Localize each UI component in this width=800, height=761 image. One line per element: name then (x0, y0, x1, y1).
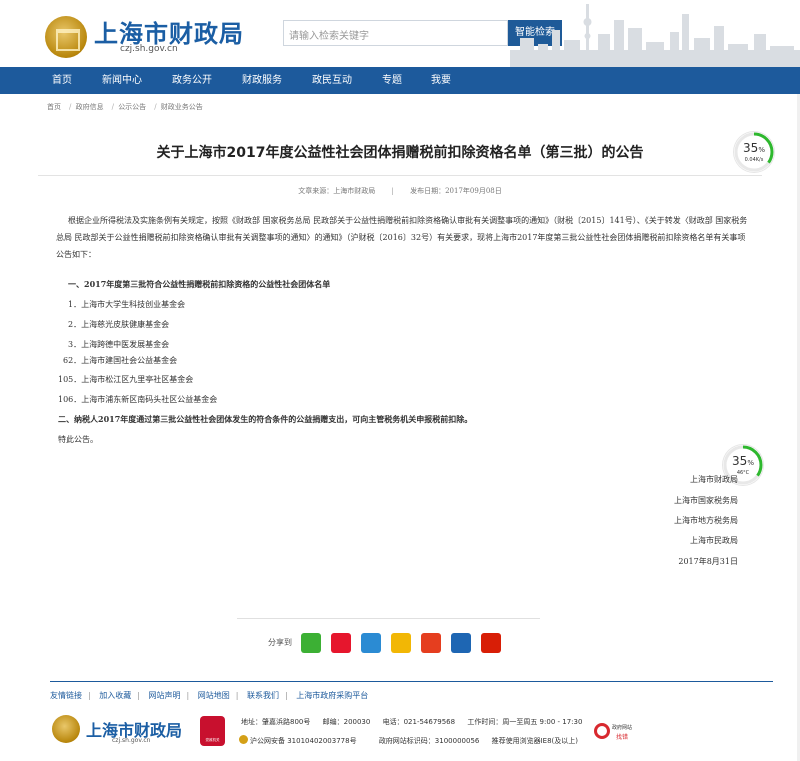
gauge-percent: 35 (743, 141, 759, 155)
article-intro: 根据企业所得税法及实施条例有关规定，按照《财政部 国家税务总局 民政部关于公益性… (56, 216, 748, 259)
share-divider (237, 618, 540, 619)
list-item: 106．上海市浦东新区南码头社区公益基金会 (58, 395, 218, 404)
gauge-unit: % (758, 146, 765, 154)
breadcrumb: 首页 / 政府信息 / 公示公告 / 财政业务公告 (47, 103, 203, 111)
list-item: 2．上海慈光皮肤健康基金会 (68, 320, 170, 329)
nav-item-home[interactable]: 首页 (52, 67, 72, 94)
footer-link-statement[interactable]: 网站声明 (149, 691, 181, 700)
party-gov-badge-icon[interactable]: 党政机关 (200, 716, 225, 746)
renren-icon[interactable] (451, 633, 471, 653)
qzone-icon[interactable] (361, 633, 381, 653)
footer-contact-line: 地址：肇嘉浜路800号 邮编：200030 电话：021-54679568 工作… (241, 717, 582, 727)
footer-postcode: 邮编：200030 (322, 718, 371, 726)
footer-browser-note: 推荐使用浏览器IE8(及以上) (491, 737, 578, 745)
closing-text: 特此公告。 (58, 435, 98, 444)
gauge-subtext: 0.04K/s (744, 157, 764, 163)
footer-site-domain: czj.sh.gov.cn (112, 737, 151, 744)
footer-phone: 电话：021-54679568 (382, 718, 456, 726)
section-heading-1: 一、2017年度第三批符合公益性捐赠税前扣除资格的公益性社会团体名单 (68, 279, 331, 289)
nav-item-topics[interactable]: 专题 (382, 67, 402, 94)
site-emblem-icon[interactable] (45, 16, 87, 58)
gauge-unit: % (747, 459, 754, 467)
nav-item-news[interactable]: 新闻中心 (102, 67, 142, 94)
article-title: 关于上海市2017年度公益性社会团体捐赠税前扣除资格名单（第三批）的公告 (156, 145, 644, 161)
wechat-icon[interactable] (301, 633, 321, 653)
breadcrumb-item[interactable]: 财政业务公告 (161, 103, 203, 111)
footer-icp[interactable]: 沪公网安备 31010402003778号 (250, 737, 357, 745)
favorite-icon[interactable] (391, 633, 411, 653)
badge-text: 党政机关 (205, 738, 220, 742)
footer-hours: 工作时间：周一至周五 9:00 - 17:30 (467, 718, 583, 726)
footer-site-code: 政府网站标识码：3100000056 (378, 737, 480, 745)
police-badge-icon (239, 735, 248, 744)
section-heading-2: 二、纳税人2017年度通过第三批公益性社会团体发生的符合条件的公益捐赠支出，可向… (58, 414, 473, 424)
site-header: 上海市财政局 czj.sh.gov.cn 请输入检索关键字 智能检索 (0, 0, 800, 67)
list-item: 3．上海跨德中医发展基金会 (68, 340, 170, 349)
nav-item-i-want[interactable]: 我要 (431, 67, 451, 94)
footer-link-contact[interactable]: 联系我们 (247, 691, 279, 700)
report-error-icon (594, 723, 610, 739)
signature-line: 上海市国家税务局 (674, 496, 738, 505)
site-domain: czj.sh.gov.cn (120, 44, 178, 54)
report-error-button[interactable]: 政府网站 找错 (594, 721, 640, 743)
footer-link-sitemap[interactable]: 网站地图 (198, 691, 230, 700)
footer-link-favorite[interactable]: 加入收藏 (99, 691, 131, 700)
footer-emblem-icon (52, 715, 80, 743)
weibo-icon[interactable] (331, 633, 351, 653)
article-meta: 文章来源：上海市财政局 | 发布日期：2017年09月08日 (298, 187, 502, 195)
article-source: 文章来源：上海市财政局 (298, 187, 376, 195)
footer-links: 友情链接 | 加入收藏 | 网站声明 | 网站地图 | 联系我们 | 上海市政府采购平台 (50, 691, 369, 700)
breadcrumb-item[interactable]: 公示公告 (118, 103, 146, 111)
search-input[interactable]: 请输入检索关键字 (283, 20, 508, 46)
report-error-label-2: 找错 (616, 734, 629, 741)
signature-line: 上海市民政局 (690, 536, 738, 545)
nav-item-gov-affairs[interactable]: 政务公开 (172, 67, 212, 94)
report-error-label-1: 政府网站 (612, 725, 633, 731)
city-skyline-icon (510, 4, 800, 67)
footer-link-procurement[interactable]: 上海市政府采购平台 (296, 691, 368, 700)
nav-item-interaction[interactable]: 政民互动 (312, 67, 352, 94)
footer-divider (50, 681, 773, 682)
network-speed-gauge[interactable]: 35% 0.04K/s (734, 132, 774, 172)
signature-line: 上海市地方税务局 (674, 516, 738, 525)
nav-item-finance-services[interactable]: 财政服务 (242, 67, 282, 94)
list-item: 1．上海市大学生科技创业基金会 (68, 300, 186, 309)
main-nav: 首页 新闻中心 政务公开 财政服务 政民互动 专题 我要 (0, 67, 800, 94)
footer-address: 地址：肇嘉浜路800号 (241, 718, 311, 726)
list-item: 105．上海市松江区九里亭社区基金会 (58, 375, 194, 384)
signature-line: 上海市财政局 (690, 475, 738, 484)
article-date: 发布日期：2017年09月08日 (410, 187, 502, 195)
breadcrumb-item[interactable]: 首页 (47, 103, 61, 111)
list-item: 62．上海市建国社会公益基金会 (63, 356, 178, 365)
share-label: 分享到 (268, 638, 292, 647)
breadcrumb-item[interactable]: 政府信息 (76, 103, 104, 111)
gauge-percent: 35 (732, 454, 748, 468)
signature-date: 2017年8月31日 (678, 557, 738, 566)
title-divider (38, 175, 762, 176)
footer-link-friends[interactable]: 友情链接 (50, 691, 82, 700)
tencent-icon[interactable] (421, 633, 441, 653)
footer-icp-line: 沪公网安备 31010402003778号 政府网站标识码：3100000056… (250, 736, 578, 746)
people-icon[interactable] (481, 633, 501, 653)
